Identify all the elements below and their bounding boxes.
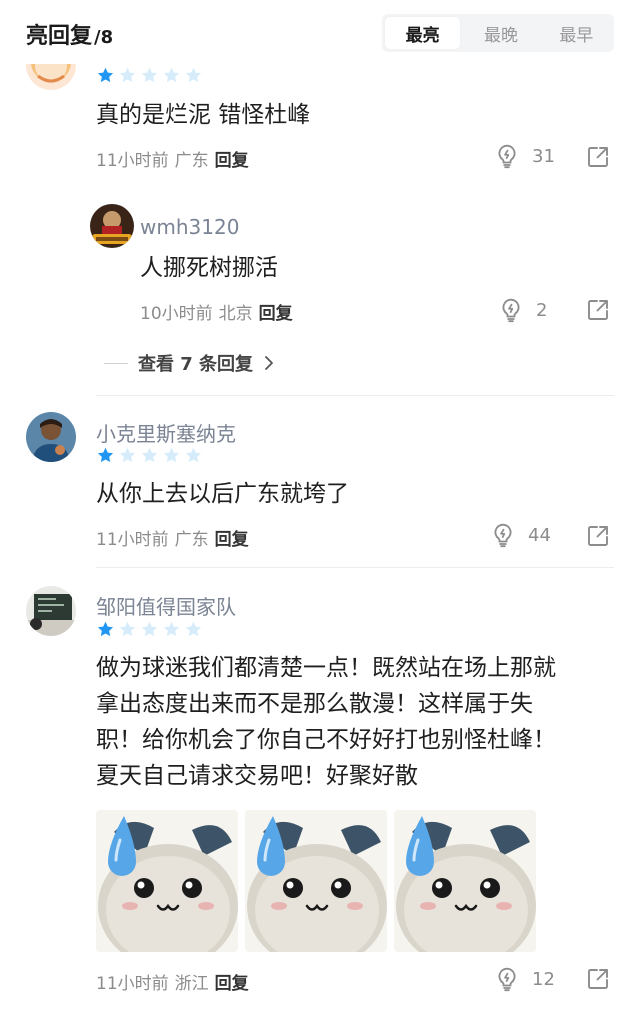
- comment-location: 广东: [174, 530, 209, 550]
- comment-location: 广东: [174, 151, 209, 171]
- rating-stars: [96, 446, 203, 465]
- like-button[interactable]: 2: [498, 297, 547, 323]
- comment-meta: 11小时前 广东 回复: [96, 146, 249, 171]
- star-filled-icon: [96, 66, 115, 85]
- reply-button[interactable]: 回复: [259, 299, 293, 324]
- sweat-drop-cat-sticker[interactable]: [96, 810, 238, 952]
- reply-button[interactable]: 回复: [215, 525, 249, 550]
- star-empty-icon: [118, 446, 137, 465]
- like-button[interactable]: 12: [494, 966, 555, 992]
- star-empty-icon: [118, 66, 137, 85]
- star-empty-icon: [140, 620, 159, 639]
- chevron-right-icon: [265, 356, 273, 370]
- reply-username[interactable]: wmh3120: [140, 215, 239, 239]
- reply-button[interactable]: 回复: [215, 969, 249, 994]
- comment-meta: 11小时前 广东 回复: [96, 525, 249, 550]
- lightbulb-icon: [490, 522, 516, 548]
- star-filled-icon: [96, 620, 115, 639]
- comment-location: 浙江: [174, 974, 209, 994]
- comment-text: 从你上去以后广东就垮了: [96, 481, 349, 507]
- comment-divider: [96, 395, 614, 396]
- comment-username[interactable]: 小克里斯塞纳克: [96, 418, 236, 447]
- share-icon[interactable]: [586, 967, 610, 991]
- replies-header: 亮回复/8 最亮 最晚 最早: [0, 0, 640, 64]
- comment-username[interactable]: 邹阳值得国家队: [96, 591, 236, 620]
- comment-divider: [96, 567, 614, 568]
- rating-stars: [96, 620, 203, 639]
- like-button[interactable]: 31: [494, 143, 555, 169]
- sort-tabs: 最亮 最晚 最早: [382, 14, 614, 52]
- rating-stars: [96, 66, 203, 85]
- avatar[interactable]: [26, 586, 76, 636]
- comment-time: 11小时前: [96, 530, 169, 550]
- star-empty-icon: [140, 66, 159, 85]
- lightbulb-icon: [494, 966, 520, 992]
- comment-text: 做为球迷我们都清楚一点！既然站在场上那就 拿出态度出来而不是那么散漫！这样属于失…: [96, 650, 616, 794]
- star-empty-icon: [184, 66, 203, 85]
- header-title-label: 亮回复: [26, 24, 93, 49]
- comment-text: 真的是烂泥 错怪杜峰: [96, 102, 311, 128]
- sweat-drop-cat-sticker[interactable]: [245, 810, 387, 952]
- tab-sort-hottest[interactable]: 最亮: [385, 17, 461, 49]
- star-empty-icon: [162, 446, 181, 465]
- star-empty-icon: [184, 446, 203, 465]
- star-empty-icon: [140, 446, 159, 465]
- like-count: 31: [532, 145, 555, 167]
- star-empty-icon: [184, 620, 203, 639]
- comment-text-line: 拿出态度出来而不是那么散漫！这样属于失: [96, 691, 533, 717]
- view-replies-label: 查看 7 条回复: [138, 354, 254, 375]
- like-count: 2: [536, 299, 548, 321]
- tab-sort-earliest[interactable]: 最早: [539, 14, 614, 52]
- comment-time: 11小时前: [96, 151, 169, 171]
- star-empty-icon: [162, 66, 181, 85]
- avatar[interactable]: [26, 412, 76, 462]
- comment-text-line: 做为球迷我们都清楚一点！既然站在场上那就: [96, 655, 556, 681]
- reply-text: 人挪死树挪活: [140, 255, 278, 281]
- reply-count: /8: [94, 27, 114, 48]
- lightbulb-icon: [494, 143, 520, 169]
- comment-meta: 11小时前 浙江 回复: [96, 969, 249, 994]
- share-icon[interactable]: [586, 145, 610, 169]
- comment-time: 11小时前: [96, 974, 169, 994]
- header-title: 亮回复/8: [26, 18, 113, 50]
- view-replies-divider: [104, 362, 128, 364]
- comment-text-line: 职！给你机会了你自己不好好打也别怪杜峰！: [96, 727, 556, 753]
- comment-text-line: 夏天自己请求交易吧！好聚好散: [96, 763, 418, 789]
- reply-button[interactable]: 回复: [215, 146, 249, 171]
- like-count: 44: [528, 524, 551, 546]
- tab-sort-latest[interactable]: 最晚: [463, 14, 538, 52]
- lightbulb-icon: [498, 297, 524, 323]
- star-filled-icon: [96, 446, 115, 465]
- like-count: 12: [532, 968, 555, 990]
- share-icon[interactable]: [586, 524, 610, 548]
- like-button[interactable]: 44: [490, 522, 551, 548]
- star-empty-icon: [118, 620, 137, 639]
- share-icon[interactable]: [586, 298, 610, 322]
- view-more-replies-button[interactable]: 查看 7 条回复: [104, 350, 275, 376]
- star-empty-icon: [162, 620, 181, 639]
- reply-meta: 10小时前 北京 回复: [140, 299, 293, 324]
- reply-location: 北京: [218, 304, 253, 324]
- avatar[interactable]: [90, 204, 134, 248]
- sweat-drop-cat-sticker[interactable]: [394, 810, 536, 952]
- reply-time: 10小时前: [140, 304, 213, 324]
